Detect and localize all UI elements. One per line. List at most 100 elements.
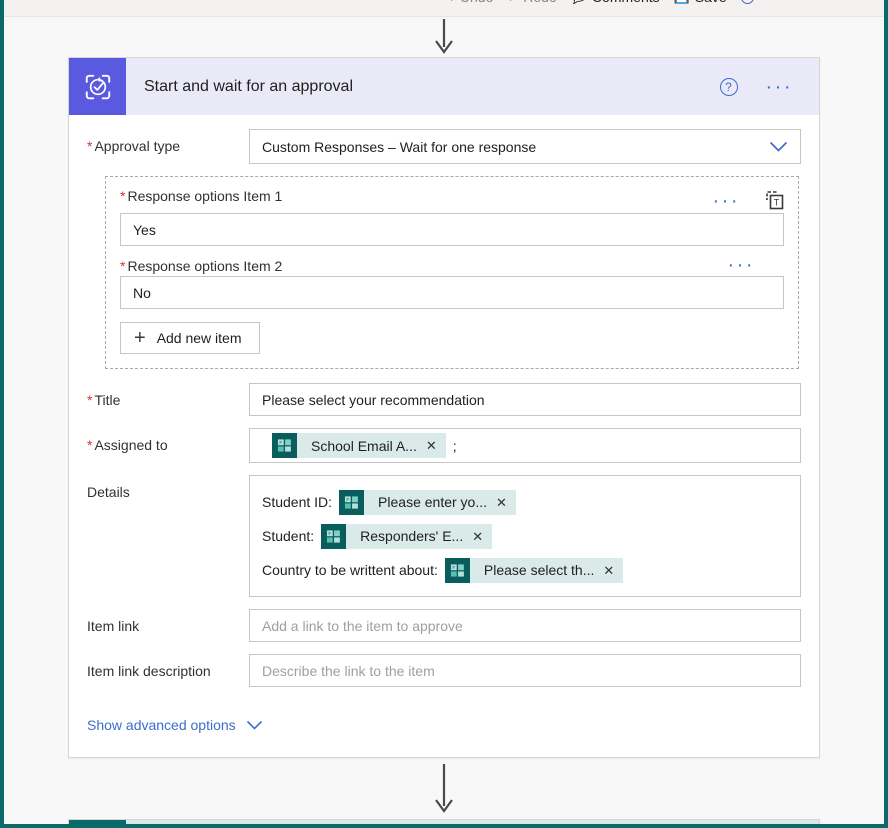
next-card-header[interactable]: F Update it ? bbox=[69, 820, 819, 824]
connector-arrow-bottom bbox=[4, 758, 884, 819]
detail-line: Country to be writtent about: F Please s… bbox=[262, 558, 788, 583]
required-asterisk: * bbox=[120, 258, 126, 274]
detail-line: Student: F Responders' E... ✕ bbox=[262, 524, 788, 549]
item-link-label: Item link bbox=[87, 618, 140, 634]
next-action-card[interactable]: F Update it ? bbox=[68, 819, 820, 824]
approval-card-body: * Approval type Custom Responses – Wait f… bbox=[69, 115, 819, 757]
down-arrow-icon bbox=[435, 763, 453, 813]
approval-type-label: * Approval type bbox=[87, 138, 181, 154]
remove-token-icon[interactable]: ✕ bbox=[426, 439, 446, 452]
toolbar-save-button[interactable]: 💾 Save bbox=[674, 0, 727, 5]
down-arrow-icon bbox=[435, 19, 453, 54]
required-asterisk: * bbox=[87, 138, 93, 154]
detail-token-label: Please enter yo... bbox=[378, 493, 487, 510]
response-option-1-value: Yes bbox=[133, 221, 156, 238]
toolbar-save-label: Save bbox=[695, 0, 727, 5]
detail-line: Student ID: F Please enter yo... ✕ bbox=[262, 490, 788, 515]
required-asterisk: * bbox=[87, 437, 93, 453]
undo-icon: ↰ bbox=[444, 0, 455, 5]
item-link-row: Item link Add a link to the item to appr… bbox=[87, 609, 801, 642]
response-option-2-more-icon[interactable]: ··· bbox=[728, 255, 755, 275]
chevron-down-icon bbox=[769, 141, 788, 152]
assigned-to-label: * Assigned to bbox=[87, 437, 168, 453]
remove-token-icon[interactable]: ✕ bbox=[603, 564, 623, 577]
text-box-icon[interactable]: T bbox=[766, 191, 784, 211]
approval-type-row: * Approval type Custom Responses – Wait f… bbox=[87, 129, 801, 164]
response-option-item-1: * Response options Item 1 ··· T Yes bbox=[120, 189, 784, 246]
approval-checkmark-icon bbox=[69, 58, 126, 115]
response-option-2-input[interactable]: No bbox=[120, 276, 784, 309]
approval-type-dropdown[interactable]: Custom Responses – Wait for one response bbox=[249, 129, 801, 164]
approval-card-header[interactable]: Start and wait for an approval ? ··· bbox=[69, 58, 819, 115]
add-new-item-label: Add new item bbox=[156, 330, 242, 346]
connector-arrow-top bbox=[4, 17, 884, 57]
toolbar-undo-label: Undo bbox=[460, 0, 493, 5]
required-asterisk: * bbox=[87, 392, 93, 408]
detail-token[interactable]: F Please select th... ✕ bbox=[444, 558, 624, 583]
detail-line-text: Student ID: bbox=[262, 493, 333, 510]
title-row: * Title Please select your recommendation bbox=[87, 383, 801, 416]
approval-action-card[interactable]: Start and wait for an approval ? ··· * Ap… bbox=[68, 57, 820, 758]
redo-icon: ↱ bbox=[507, 0, 518, 5]
detail-line-text: Country to be writtent about: bbox=[262, 561, 438, 578]
response-options-group: * Response options Item 1 ··· T Yes * Re… bbox=[105, 176, 799, 369]
detail-token[interactable]: F Responders' E... ✕ bbox=[321, 524, 493, 549]
assigned-to-separator: ; bbox=[452, 437, 457, 454]
toolbar-comments-label: Comments bbox=[592, 0, 660, 5]
title-input[interactable]: Please select your recommendation bbox=[249, 383, 801, 416]
plus-icon: + bbox=[134, 327, 146, 349]
forms-icon: F bbox=[444, 558, 470, 583]
response-option-2-value: No bbox=[133, 284, 151, 301]
required-asterisk: * bbox=[120, 188, 126, 204]
add-new-item-button[interactable]: + Add new item bbox=[120, 322, 260, 354]
details-label: Details bbox=[87, 484, 130, 500]
flow-checker-icon bbox=[740, 0, 754, 4]
toolbar-comments-button[interactable]: 💬 Comments bbox=[571, 0, 660, 5]
assigned-to-token[interactable]: F School Email A... ✕ bbox=[272, 433, 446, 458]
forms-icon: F bbox=[272, 433, 297, 458]
forms-icon: F bbox=[69, 820, 126, 824]
details-row: Details Student ID: F Please enter yo...… bbox=[87, 475, 801, 597]
approval-type-value: Custom Responses – Wait for one response bbox=[262, 138, 537, 155]
detail-line-text: Student: bbox=[262, 527, 315, 544]
detail-token-label: Responders' E... bbox=[360, 527, 464, 544]
item-link-input[interactable]: Add a link to the item to approve bbox=[249, 609, 801, 642]
svg-text:T: T bbox=[774, 198, 780, 208]
svg-text:F: F bbox=[279, 440, 282, 445]
show-advanced-options-link[interactable]: Show advanced options bbox=[87, 717, 263, 733]
approval-card-title: Start and wait for an approval bbox=[144, 77, 354, 95]
svg-text:F: F bbox=[329, 531, 332, 536]
toolbar-undo-button[interactable]: ↰ Undo bbox=[444, 0, 493, 5]
title-value: Please select your recommendation bbox=[262, 391, 485, 408]
response-option-1-input[interactable]: Yes bbox=[120, 213, 784, 246]
chevron-down-icon bbox=[246, 717, 263, 733]
help-icon[interactable]: ? bbox=[719, 77, 738, 96]
item-link-description-label: Item link description bbox=[87, 663, 211, 679]
details-input[interactable]: Student ID: F Please enter yo... ✕ Stude… bbox=[249, 475, 801, 597]
top-toolbar: ↰ Undo ↱ Redo 💬 Comments 💾 Save bbox=[4, 0, 884, 17]
response-option-1-label: * Response options Item 1 bbox=[120, 188, 283, 204]
item-link-description-input[interactable]: Describe the link to the item bbox=[249, 654, 801, 687]
comment-icon: 💬 bbox=[571, 0, 587, 5]
response-option-1-more-icon[interactable]: ··· bbox=[713, 191, 740, 211]
title-label: * Title bbox=[87, 392, 121, 408]
detail-token[interactable]: F Please enter yo... ✕ bbox=[339, 490, 516, 515]
forms-icon: F bbox=[321, 524, 347, 549]
save-icon: 💾 bbox=[674, 0, 690, 5]
response-option-2-label: * Response options Item 2 bbox=[120, 258, 283, 274]
flow-canvas: Start and wait for an approval ? ··· * Ap… bbox=[4, 17, 884, 824]
remove-token-icon[interactable]: ✕ bbox=[472, 530, 492, 543]
toolbar-redo-button[interactable]: ↱ Redo bbox=[507, 0, 556, 5]
svg-text:F: F bbox=[452, 565, 455, 570]
toolbar-flow-checker-button[interactable] bbox=[740, 0, 754, 4]
show-advanced-options-label: Show advanced options bbox=[87, 717, 236, 733]
forms-icon: F bbox=[339, 490, 365, 515]
toolbar-redo-label: Redo bbox=[523, 0, 556, 5]
svg-text:F: F bbox=[346, 497, 349, 502]
assigned-to-token-label: School Email A... bbox=[311, 437, 417, 454]
remove-token-icon[interactable]: ✕ bbox=[496, 496, 516, 509]
item-link-description-row: Item link description Describe the link … bbox=[87, 654, 801, 687]
assigned-to-input[interactable]: F School Email A... ✕ ; bbox=[249, 428, 801, 463]
card-more-options-icon[interactable]: ··· bbox=[766, 77, 793, 97]
response-option-item-2: * Response options Item 2 ··· No bbox=[120, 255, 784, 309]
